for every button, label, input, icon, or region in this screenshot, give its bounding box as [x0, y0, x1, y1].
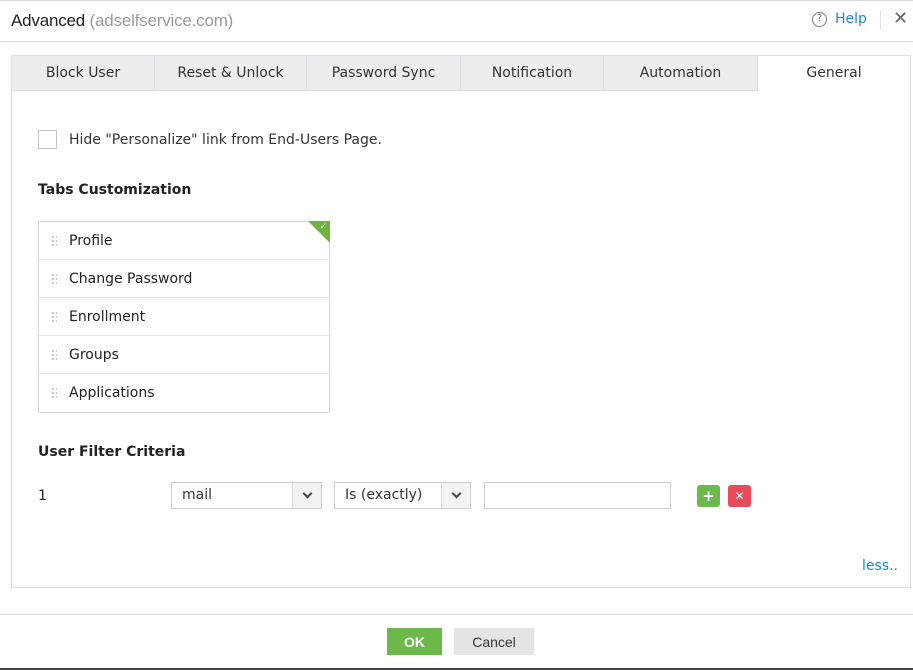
header-divider: [880, 11, 881, 29]
drag-handle-icon[interactable]: [51, 310, 57, 323]
filter-value-input[interactable]: [484, 482, 671, 509]
tab-label: Reset & Unlock: [177, 65, 284, 81]
tab-label: Block User: [45, 65, 121, 81]
help-link[interactable]: ? Help: [812, 11, 867, 27]
close-icon: ✕: [734, 489, 745, 503]
drag-handle-icon[interactable]: [51, 234, 57, 247]
drag-handle-icon[interactable]: [51, 387, 57, 399]
drag-handle-icon[interactable]: [51, 272, 57, 285]
footer-divider: [0, 614, 913, 615]
tab-label: Automation: [639, 65, 722, 81]
tab-reset-unlock[interactable]: Reset & Unlock: [155, 56, 307, 91]
dialog-title: Advanced (adselfservice.com): [11, 11, 233, 31]
dialog-header: Advanced (adselfservice.com) ? Help ✕: [0, 1, 913, 42]
attribute-select[interactable]: mail: [171, 482, 322, 509]
tab-order-item-change-password[interactable]: Change Password: [39, 260, 329, 298]
condition-dropdown-toggle[interactable]: [441, 483, 470, 508]
tab-block-user[interactable]: Block User: [12, 56, 155, 91]
tab-order-item-enrollment[interactable]: Enrollment: [39, 298, 329, 336]
drag-handle-icon[interactable]: [51, 348, 57, 361]
chevron-down-icon: [302, 488, 312, 499]
help-label: Help: [835, 11, 867, 27]
tab-order-label: Enrollment: [69, 308, 146, 325]
tab-bar: Block User Reset & Unlock Password Sync …: [12, 56, 910, 91]
dialog-domain: (adselfservice.com): [89, 11, 234, 30]
tabs-order-list: ✓ Profile Change Password Enrollment Gro…: [38, 221, 330, 413]
check-icon: ✓: [319, 222, 327, 232]
tab-order-label: Groups: [69, 346, 119, 363]
condition-select[interactable]: Is (exactly): [334, 482, 471, 509]
hide-personalize-checkbox[interactable]: [38, 130, 57, 149]
ok-button[interactable]: OK: [387, 628, 442, 655]
condition-value: Is (exactly): [345, 487, 423, 503]
tab-automation[interactable]: Automation: [604, 56, 758, 91]
settings-panel: Block User Reset & Unlock Password Sync …: [11, 55, 911, 588]
add-criteria-button[interactable]: +: [697, 485, 720, 507]
attribute-value: mail: [182, 487, 212, 503]
tab-label: General: [806, 65, 862, 81]
user-filter-title: User Filter Criteria: [38, 444, 186, 460]
cancel-button[interactable]: Cancel: [454, 628, 534, 655]
tab-general[interactable]: General: [758, 56, 910, 91]
tab-order-label: Change Password: [69, 270, 193, 287]
help-icon: ?: [812, 11, 827, 27]
close-button[interactable]: ✕: [893, 8, 908, 30]
tab-order-label: Profile: [69, 232, 113, 249]
attribute-dropdown-toggle[interactable]: [292, 483, 321, 508]
hide-personalize-option: Hide "Personalize" link from End-Users P…: [38, 130, 382, 149]
dialog-title-text: Advanced: [11, 11, 86, 30]
filter-criteria-row: 1 mail Is (exactly) + ✕: [38, 482, 898, 510]
close-icon: ✕: [893, 8, 909, 29]
row-index: 1: [38, 488, 47, 504]
plus-icon: +: [702, 486, 715, 505]
tab-order-label: Applications: [69, 385, 155, 401]
less-link[interactable]: less..: [862, 558, 898, 574]
tab-notification[interactable]: Notification: [461, 56, 604, 91]
tab-order-item-groups[interactable]: Groups: [39, 336, 329, 374]
tabs-customization-title: Tabs Customization: [38, 182, 192, 198]
tab-order-item-applications[interactable]: Applications: [39, 374, 329, 412]
tab-order-item-profile[interactable]: Profile: [39, 222, 329, 260]
chevron-down-icon: [451, 488, 461, 499]
hide-personalize-label: Hide "Personalize" link from End-Users P…: [69, 131, 382, 148]
tab-label: Password Sync: [331, 65, 436, 81]
tab-label: Notification: [491, 65, 573, 81]
remove-criteria-button[interactable]: ✕: [728, 485, 751, 507]
tab-password-sync[interactable]: Password Sync: [307, 56, 461, 91]
